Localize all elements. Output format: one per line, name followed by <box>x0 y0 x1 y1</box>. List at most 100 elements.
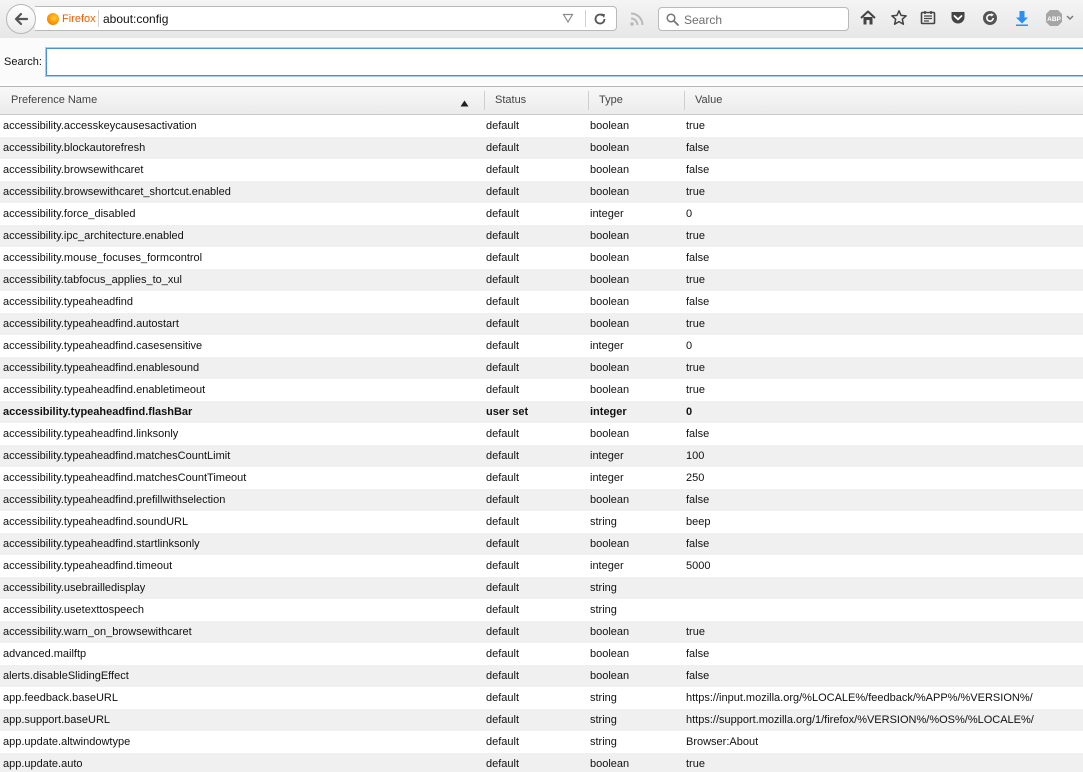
column-header-name[interactable]: Preference Name <box>11 87 481 114</box>
reading-list-icon[interactable] <box>919 9 939 29</box>
config-search-input[interactable] <box>46 48 1083 76</box>
pref-type-cell: boolean <box>590 362 630 374</box>
pref-name-cell: accessibility.typeaheadfind.matchesCount… <box>3 450 231 462</box>
column-header-status[interactable]: Status <box>495 87 585 114</box>
table-row[interactable]: accessibility.typeaheadfind.matchesCount… <box>0 445 1083 467</box>
pref-status-cell: default <box>486 186 520 198</box>
pref-name-cell: accessibility.typeaheadfind.timeout <box>3 560 173 572</box>
pref-name-cell: app.feedback.baseURL <box>3 692 118 704</box>
pref-value-cell: false <box>686 142 710 154</box>
column-header-type[interactable]: Type <box>599 87 679 114</box>
table-row[interactable]: alerts.disableSlidingEffect default boolea… <box>0 665 1083 687</box>
url-text[interactable]: about:config <box>103 12 168 26</box>
pocket-icon[interactable] <box>949 9 969 29</box>
table-row[interactable]: accessibility.browsewithcaret default bool… <box>0 159 1083 181</box>
table-row[interactable]: accessibility.typeaheadfind.enablesound d… <box>0 357 1083 379</box>
pref-value-cell: true <box>686 384 705 396</box>
table-row[interactable]: accessibility.accesskeycausesactivation d… <box>0 115 1083 137</box>
rss-feed-icon[interactable] <box>629 11 645 30</box>
column-divider[interactable] <box>684 91 685 110</box>
pref-name-cell: app.update.auto <box>3 758 83 770</box>
pref-type-cell: boolean <box>590 626 630 638</box>
pref-status-cell: default <box>486 626 520 638</box>
pref-name-cell: accessibility.typeaheadfind.soundURL <box>3 516 189 528</box>
pref-status-cell: default <box>486 230 520 242</box>
pref-value-cell: 0 <box>686 340 693 352</box>
pref-status-cell: default <box>486 604 520 616</box>
pref-value-cell: false <box>686 252 710 264</box>
table-row[interactable]: accessibility.mouse_focuses_formcontrol d… <box>0 247 1083 269</box>
table-row[interactable]: accessibility.typeaheadfind default boolea… <box>0 291 1083 313</box>
pref-status-cell: default <box>486 142 520 154</box>
pref-status-cell: default <box>486 648 520 660</box>
pref-value-cell: https://support.mozilla.org/1/firefox/%V… <box>686 714 1034 726</box>
pref-status-cell: default <box>486 318 520 330</box>
config-search-label: Search: <box>4 56 42 68</box>
table-row[interactable]: accessibility.typeaheadfind.timeout defau… <box>0 555 1083 577</box>
table-row[interactable]: accessibility.typeaheadfind.autostart def… <box>0 313 1083 335</box>
table-row[interactable]: accessibility.blockautorefresh default boo… <box>0 137 1083 159</box>
reload-icon[interactable] <box>593 12 607 29</box>
adblock-plus-icon[interactable]: ABP <box>1045 9 1074 29</box>
pref-type-cell: integer <box>590 406 627 418</box>
table-row[interactable]: app.update.altwindowtype default string Bro… <box>0 731 1083 753</box>
site-identity[interactable]: Firefox <box>47 12 96 26</box>
pref-name-cell: accessibility.blockautorefresh <box>3 142 146 154</box>
table-row[interactable]: accessibility.ipc_architecture.enabled de… <box>0 225 1083 247</box>
back-button[interactable] <box>6 4 36 34</box>
pref-type-cell: string <box>590 516 617 528</box>
pref-name-cell: accessibility.typeaheadfind.enabletimeou… <box>3 384 206 396</box>
table-row[interactable]: advanced.mailftp default boolean false <box>0 643 1083 665</box>
download-icon[interactable] <box>1013 9 1033 29</box>
table-row[interactable]: app.feedback.baseURL default string https:/… <box>0 687 1083 709</box>
table-row[interactable]: app.support.baseURL default string https://… <box>0 709 1083 731</box>
pref-name-cell: accessibility.typeaheadfind.enablesound <box>3 362 200 374</box>
pref-name-cell: accessibility.typeaheadfind.casesensitiv… <box>3 340 203 352</box>
history-dropdown-icon[interactable] <box>562 12 574 27</box>
table-row[interactable]: accessibility.force_disabled default integ… <box>0 203 1083 225</box>
firefox-logo-icon <box>47 13 59 25</box>
svg-text:ABP: ABP <box>1047 16 1061 23</box>
reload-separator <box>585 10 586 27</box>
pref-type-cell: boolean <box>590 186 630 198</box>
magnifier-icon <box>666 13 679 29</box>
back-arrow-icon <box>13 11 29 27</box>
pref-value-cell: false <box>686 164 710 176</box>
pref-status-cell: default <box>486 758 520 770</box>
table-row[interactable]: accessibility.typeaheadfind.matchesCount… <box>0 467 1083 489</box>
web-search-box[interactable]: Search <box>658 7 849 31</box>
pref-name-cell: accessibility.typeaheadfind.startlinkson… <box>3 538 200 550</box>
table-row[interactable]: accessibility.typeaheadfind.enabletimeou… <box>0 379 1083 401</box>
table-row[interactable]: accessibility.usebrailledisplay default st… <box>0 577 1083 599</box>
table-row[interactable]: app.update.auto default boolean true <box>0 753 1083 772</box>
table-row[interactable]: accessibility.typeaheadfind.prefillwiths… <box>0 489 1083 511</box>
pref-value-cell: false <box>686 296 710 308</box>
pref-name-cell: accessibility.tabfocus_applies_to_xul <box>3 274 182 286</box>
table-row[interactable]: accessibility.tabfocus_applies_to_xul def… <box>0 269 1083 291</box>
table-row[interactable]: accessibility.usetexttospeech default stri… <box>0 599 1083 621</box>
home-icon[interactable] <box>859 9 879 29</box>
url-bar[interactable]: Firefox about:config <box>35 6 617 31</box>
history-icon[interactable] <box>981 9 1001 29</box>
table-row[interactable]: accessibility.typeaheadfind.flashBar user… <box>0 401 1083 423</box>
pref-value-cell: true <box>686 362 705 374</box>
table-row[interactable]: accessibility.typeaheadfind.linksonly def… <box>0 423 1083 445</box>
table-row[interactable]: accessibility.typeaheadfind.casesensitiv… <box>0 335 1083 357</box>
pref-value-cell: true <box>686 230 705 242</box>
table-row[interactable]: accessibility.typeaheadfind.soundURL defa… <box>0 511 1083 533</box>
table-row[interactable]: accessibility.browsewithcaret_shortcut.e… <box>0 181 1083 203</box>
pref-name-cell: accessibility.typeaheadfind <box>3 296 134 308</box>
column-header-value[interactable]: Value <box>695 87 995 114</box>
pref-name-cell: accessibility.warn_on_browsewithcaret <box>3 626 192 638</box>
pref-name-cell: accessibility.mouse_focuses_formcontrol <box>3 252 203 264</box>
column-divider[interactable] <box>484 91 485 110</box>
column-divider[interactable] <box>588 91 589 110</box>
table-row[interactable]: accessibility.warn_on_browsewithcaret def… <box>0 621 1083 643</box>
pref-name-cell: accessibility.force_disabled <box>3 208 136 220</box>
table-row[interactable]: accessibility.typeaheadfind.startlinkson… <box>0 533 1083 555</box>
pref-value-cell: false <box>686 428 710 440</box>
bookmark-star-icon[interactable] <box>890 9 910 29</box>
pref-type-cell: boolean <box>590 318 630 330</box>
pref-name-cell: accessibility.typeaheadfind.prefillwiths… <box>3 494 226 506</box>
pref-status-cell: default <box>486 560 520 572</box>
